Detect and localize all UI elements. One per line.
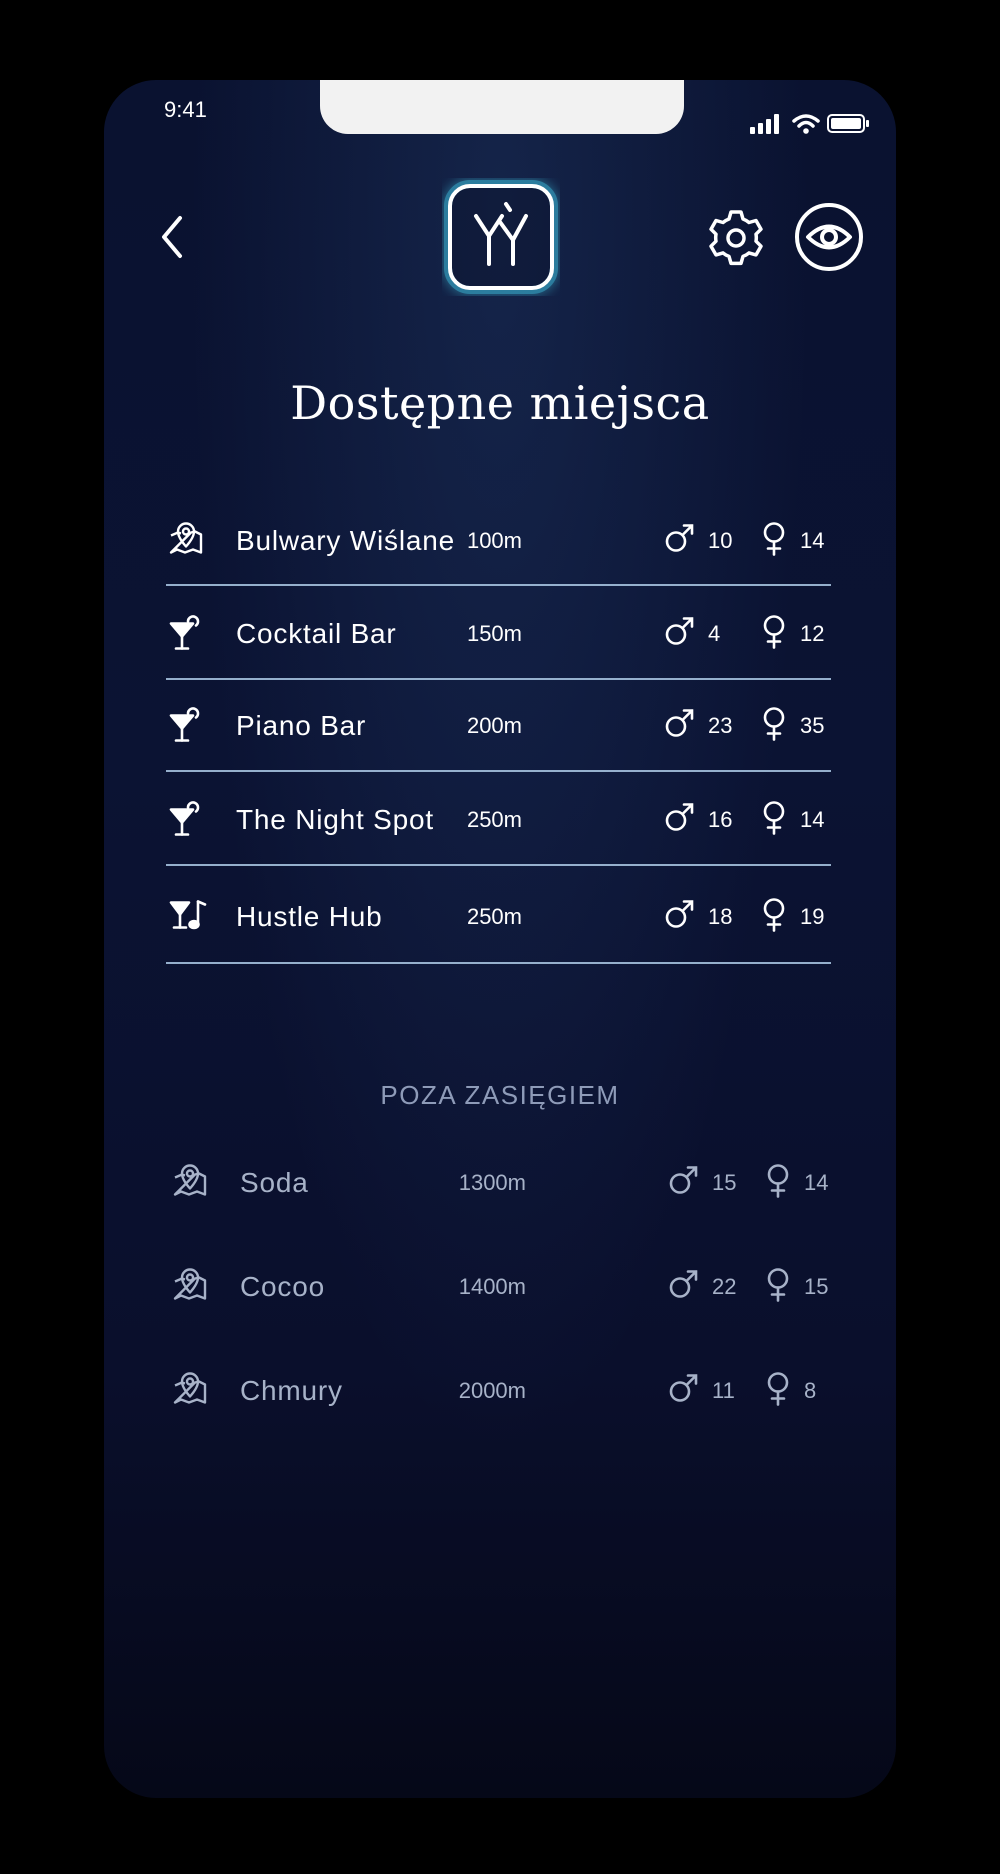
venue-distance: 150m (466, 621, 522, 646)
male-icon (664, 523, 696, 560)
app-logo (442, 178, 560, 296)
row-divider (166, 864, 831, 866)
male-count: 18 (708, 904, 733, 929)
battery-icon (827, 114, 869, 133)
male-count: 23 (708, 713, 733, 738)
female-icon (764, 1267, 792, 1308)
venue-distance: 1300m (458, 1170, 526, 1195)
female-icon (760, 521, 788, 562)
chevron-left-icon (162, 216, 182, 258)
male-icon (664, 616, 696, 653)
map-pin-icon (172, 1268, 208, 1307)
venue-row[interactable]: Piano Bar 200m 23 35 (166, 680, 831, 772)
page-title: Dostępne miejsca (290, 376, 710, 430)
back-button[interactable] (152, 212, 192, 262)
female-count: 12 (800, 621, 825, 646)
venue-distance: 200m (466, 713, 522, 738)
female-icon (760, 706, 788, 747)
male-count: 4 (708, 621, 721, 646)
settings-button[interactable] (704, 206, 768, 270)
status-icons (750, 112, 870, 134)
venue-distance: 250m (466, 904, 522, 929)
signal-icon (750, 114, 869, 134)
venue-row[interactable]: Chmury 2000m 11 8 (170, 1346, 835, 1436)
female-icon (760, 897, 788, 938)
venue-distance: 1400m (458, 1274, 526, 1299)
map-pin-icon (168, 522, 204, 561)
cocktail-icon (168, 798, 204, 843)
female-count: 14 (800, 528, 825, 553)
row-divider (166, 962, 831, 964)
notch (320, 80, 684, 134)
cocktail-music-icon (168, 898, 208, 937)
venue-name: Hustle Hub (236, 901, 383, 932)
visibility-button[interactable] (794, 202, 864, 272)
eye-icon (795, 203, 863, 271)
row-divider (166, 770, 831, 772)
out-of-range-heading: POZA ZASIĘGIEM (380, 1080, 620, 1110)
venue-name: The Night Spot (236, 804, 434, 835)
male-icon (668, 1269, 700, 1306)
male-icon (664, 899, 696, 936)
male-count: 16 (708, 807, 733, 832)
venue-distance: 250m (466, 807, 522, 832)
female-icon (760, 800, 788, 841)
female-icon (764, 1163, 792, 1204)
male-icon (668, 1373, 700, 1410)
male-icon (664, 802, 696, 839)
venue-row[interactable]: Bulwary Wiślane 100m 10 14 (166, 496, 831, 586)
row-divider (166, 584, 831, 586)
female-count: 14 (804, 1170, 829, 1195)
venue-row[interactable]: Hustle Hub 250m 18 19 (166, 870, 831, 964)
wifi-icon (792, 114, 820, 134)
venue-name: Cocoo (240, 1271, 325, 1302)
gear-icon (709, 210, 763, 266)
venue-row[interactable]: Soda 1300m 15 14 (170, 1138, 835, 1228)
male-count: 10 (708, 528, 733, 553)
female-count: 14 (800, 807, 825, 832)
male-count: 11 (712, 1378, 735, 1403)
venue-name: Piano Bar (236, 710, 367, 741)
map-pin-icon (172, 1372, 208, 1411)
male-icon (664, 708, 696, 745)
female-icon (764, 1371, 792, 1412)
venue-row[interactable]: The Night Spot 250m 16 14 (166, 774, 831, 866)
venue-name: Chmury (240, 1375, 343, 1406)
female-count: 35 (800, 713, 825, 738)
venue-name: Soda (240, 1167, 309, 1198)
venue-distance: 2000m (458, 1378, 526, 1403)
venue-distance: 100m (466, 528, 522, 553)
venue-name: Cocktail Bar (236, 618, 397, 649)
female-count: 19 (800, 904, 825, 929)
venue-row[interactable]: Cocktail Bar 150m 4 12 (166, 588, 831, 680)
venue-row[interactable]: Cocoo 1400m 22 15 (170, 1242, 835, 1332)
cocktail-icon (168, 704, 204, 749)
map-pin-icon (172, 1164, 208, 1203)
female-count: 15 (804, 1274, 829, 1299)
status-time: 9:41 (164, 97, 207, 122)
female-count: 8 (804, 1378, 817, 1403)
cocktail-icon (168, 612, 204, 657)
male-count: 22 (712, 1274, 737, 1299)
logo-icon (444, 180, 558, 294)
female-icon (760, 614, 788, 655)
male-icon (668, 1165, 700, 1202)
male-count: 15 (712, 1170, 737, 1195)
